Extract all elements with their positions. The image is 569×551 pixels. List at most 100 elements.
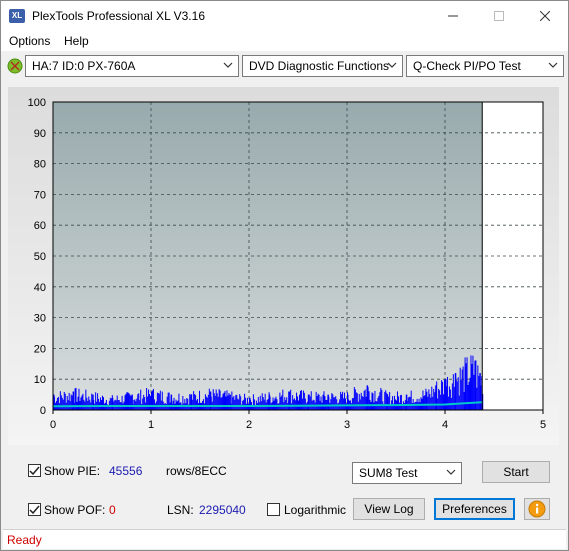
logarithmic-checkbox[interactable] [267,503,280,516]
pie-bar [397,396,399,410]
pie-bar [279,392,281,410]
pie-bar [396,391,398,410]
function-select-value: DVD Diagnostic Functions [249,59,390,73]
y-tick-label: 10 [34,374,46,386]
sum-test-select[interactable]: SUM8 Test [352,462,462,484]
pie-bar [476,387,478,410]
pie-bar [434,392,436,410]
pie-bar [453,386,455,410]
drive-select[interactable]: HA:7 ID:0 PX-760A [25,55,239,77]
toolbar: HA:7 ID:0 PX-760A DVD Diagnostic Functio… [1,51,568,81]
preferences-button[interactable]: Preferences [434,498,515,520]
drive-status-icon [7,58,23,74]
pie-bar [280,396,282,410]
pie-bar [130,395,132,410]
pie-bar [305,403,307,410]
pie-bar-peak [131,394,133,410]
pie-bar [323,391,325,410]
pie-bar [360,392,362,410]
pie-bar [71,395,73,410]
pie-bar [358,393,360,410]
close-button[interactable] [522,1,568,31]
pie-bar-peak [249,397,251,410]
pie-bar [343,398,345,410]
pof-line-point [395,404,397,406]
logarithmic-label[interactable]: Logarithmic [284,503,346,517]
maximize-button[interactable] [476,1,522,31]
chevron-down-icon [387,62,397,68]
pie-bar [77,396,79,410]
pie-bar [231,391,233,410]
pie-bar [355,392,357,410]
pie-bar [187,398,189,410]
pie-bar [202,399,204,410]
pie-bar [363,390,365,410]
minimize-icon [448,15,458,17]
pie-bar [286,397,288,410]
pie-bar [157,392,159,410]
menu-options[interactable]: Options [9,34,50,48]
pie-bar [253,399,255,410]
pie-bar [364,389,366,410]
function-select[interactable]: DVD Diagnostic Functions [242,55,403,77]
minimize-button[interactable] [430,1,476,31]
pie-bar [423,396,425,410]
pie-bar [468,381,470,410]
pie-bar [88,396,90,410]
pie-bar [237,398,239,410]
pie-bar [225,396,227,410]
pie-bar [316,396,318,410]
show-pie-label[interactable]: Show PIE: [44,464,100,478]
show-pof-checkbox[interactable] [28,503,41,516]
pie-bar [235,395,237,410]
pie-bar [244,393,246,410]
start-button[interactable]: Start [482,461,550,483]
status-text: Ready [7,533,42,547]
pie-bar [292,395,294,410]
pie-bar [129,394,131,410]
pie-bar [259,395,261,410]
show-pof-label[interactable]: Show POF: [44,503,105,517]
pie-bar [324,396,326,410]
show-pie-checkbox[interactable] [28,464,41,477]
info-button[interactable] [524,498,550,520]
pie-bar [257,397,259,410]
pie-bar-peak [479,373,481,410]
pie-bar [68,392,70,410]
pie-bar [195,395,197,410]
view-log-button[interactable]: View Log [353,498,425,520]
menu-help[interactable]: Help [64,34,89,48]
pie-bar [379,392,381,410]
pie-bar [102,397,104,410]
pie-bar [226,390,228,410]
pie-bar [121,395,123,410]
x-tick-label: 2 [246,419,252,431]
pie-bar [277,403,279,410]
pie-bar [66,395,68,410]
pie-bar [372,393,374,410]
y-tick-label: 40 [34,282,46,294]
pie-bar [184,399,186,410]
x-tick-label: 4 [442,419,448,431]
status-bar: Ready [3,529,566,549]
test-select[interactable]: Q-Check PI/PO Test [406,55,564,77]
pie-bar [399,395,401,410]
pie-bar [134,399,136,410]
checkmark-icon [29,466,40,476]
x-tick-label: 3 [344,419,350,431]
pie-bar [303,392,305,410]
pie-bar [420,397,422,410]
pie-bar [252,394,254,410]
app-window: XL PlexTools Professional XL V3.16 Optio… [0,0,569,551]
pie-bar [317,393,319,410]
pie-bar [427,396,429,410]
pof-line-point [150,405,152,407]
pie-bar [294,398,296,410]
pie-bar [194,394,196,410]
pie-bar [70,394,72,410]
pie-bar [214,395,216,410]
pie-bar-peak [307,394,310,410]
pie-bar [451,383,453,410]
pie-bar [400,394,402,410]
pie-bar [207,394,209,410]
